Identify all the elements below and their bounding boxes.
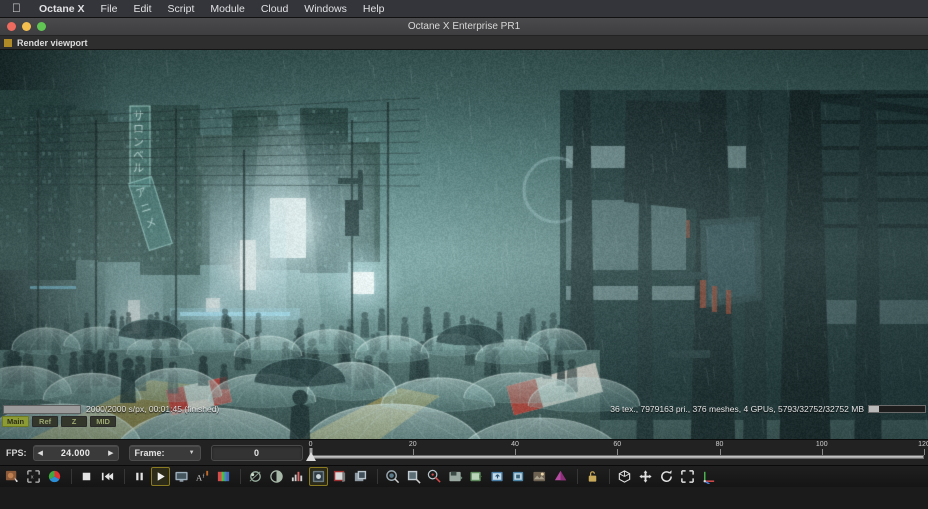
layers-icon[interactable] <box>351 467 370 486</box>
save-image-icon[interactable] <box>446 467 465 486</box>
window-title-bar: Octane X Enterprise PR1 <box>0 18 928 36</box>
copy-image-icon[interactable] <box>467 467 486 486</box>
menu-item-file[interactable]: File <box>93 3 126 15</box>
toolbar-separator <box>577 469 578 484</box>
viewport-tab-strip: Render viewport <box>0 36 928 50</box>
gpu-memory-bar <box>868 405 926 413</box>
pass-button-z[interactable]: Z <box>61 416 87 427</box>
toolbar-separator <box>609 469 610 484</box>
timeline-track[interactable] <box>311 455 924 459</box>
menu-item-script[interactable]: Script <box>160 3 203 15</box>
timeline-tick <box>822 449 823 455</box>
rotate-tool-icon[interactable] <box>657 467 676 486</box>
render-progress-bar <box>3 405 81 414</box>
render-pass-buttons: Main Ref Z MID <box>0 415 116 427</box>
timeline-tick-label: 0 <box>309 441 313 448</box>
environment-icon[interactable] <box>530 467 549 486</box>
color-grade-icon[interactable] <box>214 467 233 486</box>
menu-item-edit[interactable]: Edit <box>125 3 159 15</box>
pass-button-mid[interactable]: MID <box>90 416 116 427</box>
denoise-icon[interactable] <box>267 467 286 486</box>
monitor-icon[interactable] <box>172 467 191 486</box>
timeline-playhead[interactable] <box>306 452 316 461</box>
resolution-icon[interactable]: x <box>24 467 43 486</box>
timeline-tick-label: 100 <box>816 441 828 448</box>
timeline-tick <box>515 449 516 455</box>
color-wheel-icon[interactable] <box>45 467 64 486</box>
svg-text:x: x <box>31 474 34 480</box>
toolbar-separator <box>240 469 241 484</box>
stop-icon[interactable] <box>77 467 96 486</box>
render-progress-text: 2000/2000 s/px, 00:01:45 (finished) <box>86 404 219 414</box>
play-icon[interactable] <box>151 467 170 486</box>
chevron-down-icon: ▼ <box>189 450 195 456</box>
focus-picker-icon[interactable] <box>425 467 444 486</box>
render-passes-icon[interactable] <box>330 467 349 486</box>
lock-icon[interactable] <box>583 467 602 486</box>
frame-mode-dropdown[interactable]: Frame: ▼ <box>129 445 201 461</box>
render-status-bar: 2000/2000 s/px, 00:01:45 (finished) 36 t… <box>0 403 928 415</box>
menu-item-octane-x[interactable]: Octane X <box>31 3 93 15</box>
menu-item-cloud[interactable]: Cloud <box>253 3 296 15</box>
pause-icon[interactable] <box>130 467 149 486</box>
scene-stats-group: 36 tex., 7979163 pri., 376 meshes, 4 GPU… <box>610 404 926 414</box>
frame-mode-label: Frame: <box>135 448 165 458</box>
viewport-toolbar: x Af <box>0 465 928 487</box>
timeline-tick-label: 40 <box>511 441 519 448</box>
fps-increment-icon[interactable]: ▶ <box>108 449 113 457</box>
scale-tool-icon[interactable] <box>678 467 697 486</box>
menu-item-help[interactable]: Help <box>355 3 393 15</box>
menu-item-windows[interactable]: Windows <box>296 3 355 15</box>
fps-label: FPS: <box>6 448 27 458</box>
export-image-icon[interactable] <box>488 467 507 486</box>
tab-render-viewport-label: Render viewport <box>17 38 88 48</box>
imager-settings-icon[interactable] <box>309 467 328 486</box>
toolbar-separator <box>377 469 378 484</box>
fps-value: 24.000 <box>61 448 90 458</box>
frame-number-value: 0 <box>254 448 259 458</box>
box-select-icon[interactable] <box>615 467 634 486</box>
scene-stats-text: 36 tex., 7979163 pri., 376 meshes, 4 GPU… <box>610 404 864 414</box>
timeline-tick <box>720 449 721 455</box>
macos-menu-bar:  Octane X File Edit Script Module Cloud… <box>0 0 928 18</box>
timeline-tick <box>617 449 618 455</box>
axis-gizmo-icon[interactable] <box>699 467 718 486</box>
region-render-icon[interactable] <box>3 467 22 486</box>
pass-button-ref[interactable]: Ref <box>32 416 58 427</box>
histogram-icon[interactable] <box>288 467 307 486</box>
apple-logo-icon[interactable]:  <box>12 2 21 14</box>
pick-material-icon[interactable] <box>383 467 402 486</box>
pick-object-icon[interactable] <box>404 467 423 486</box>
render-viewport[interactable]: 2000/2000 s/px, 00:01:45 (finished) 36 t… <box>0 50 928 439</box>
fps-stepper[interactable]: ◀ 24.000 ▶ <box>33 445 119 461</box>
timeline-tick-label: 20 <box>409 441 417 448</box>
clay-mode-icon[interactable] <box>551 467 570 486</box>
pass-button-main[interactable]: Main <box>2 416 29 427</box>
timeline-scrubber[interactable]: 0 20 40 60 80 100 120 <box>311 440 924 466</box>
animation-bar: FPS: ◀ 24.000 ▶ Frame: ▼ 0 0 20 40 60 80 100 1… <box>0 439 928 465</box>
rewind-to-start-icon[interactable] <box>98 467 117 486</box>
octane-x-application-window:  Octane X File Edit Script Module Cloud… <box>0 0 928 509</box>
toolbar-separator <box>71 469 72 484</box>
rendered-image <box>0 50 928 439</box>
toolbar-separator <box>124 469 125 484</box>
window-title: Octane X Enterprise PR1 <box>0 21 928 32</box>
svg-text:f: f <box>203 472 205 479</box>
lens-flare-icon[interactable] <box>246 467 265 486</box>
viewport-marker-icon <box>4 39 12 47</box>
menu-item-module[interactable]: Module <box>202 3 252 15</box>
text-overlay-icon[interactable]: Af <box>193 467 212 486</box>
timeline-tick-label: 60 <box>613 441 621 448</box>
render-target-icon[interactable] <box>509 467 528 486</box>
timeline-tick-label: 80 <box>716 441 724 448</box>
move-tool-icon[interactable] <box>636 467 655 486</box>
timeline-tick <box>924 449 925 455</box>
fps-decrement-icon[interactable]: ◀ <box>38 449 43 457</box>
tab-render-viewport[interactable]: Render viewport <box>0 36 94 50</box>
timeline-tick-label: 120 <box>918 441 928 448</box>
timeline-tick <box>413 449 414 455</box>
frame-number-input[interactable]: 0 <box>211 445 303 461</box>
